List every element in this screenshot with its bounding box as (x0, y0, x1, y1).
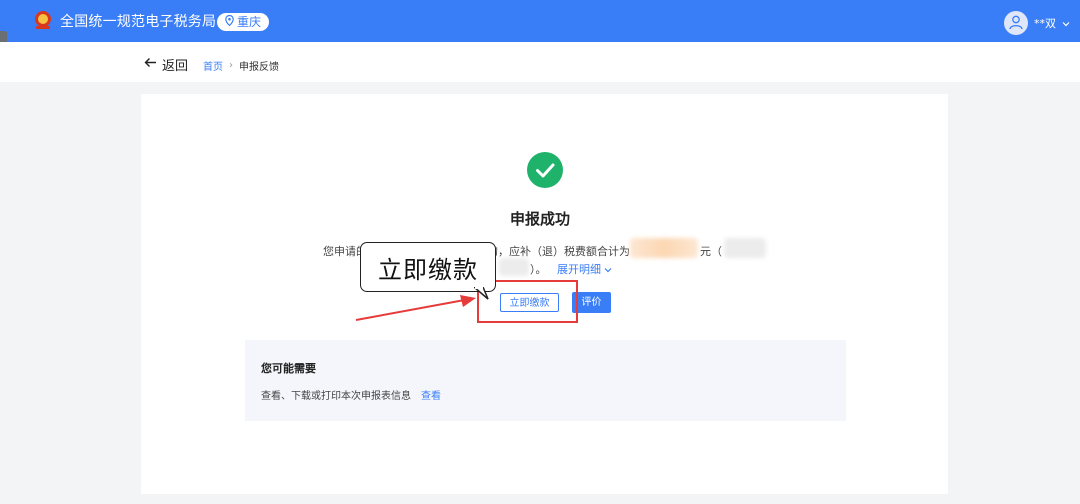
chevron-down-icon (604, 263, 612, 276)
breadcrumb-current: 申报反馈 (239, 62, 279, 73)
redacted-amount (630, 238, 698, 258)
expand-label: 展开明细 (557, 263, 601, 276)
summary-mid: 的，应补（退）税费额合计为 (487, 245, 630, 258)
avatar (1004, 11, 1028, 35)
breadcrumb-separator-icon: › (229, 60, 233, 71)
arrow-left-icon (144, 57, 157, 72)
breadcrumb: 首页 › 申报反馈 (203, 58, 279, 73)
callout-tail-icon (474, 287, 489, 300)
back-button[interactable]: 返回 (144, 55, 188, 74)
user-name: **双 (1034, 17, 1056, 30)
callout-bubble: 立即缴款 (360, 242, 496, 292)
suggestion-row: 查看、下载或打印本次申报表信息 查看 (261, 387, 441, 402)
summary-end: ）。 (530, 263, 547, 276)
back-label: 返回 (162, 59, 189, 74)
user-menu[interactable]: **双 (1004, 11, 1070, 35)
breadcrumb-home[interactable]: 首页 (203, 58, 223, 73)
chevron-down-icon (1062, 17, 1070, 30)
suggestion-title: 您可能需要 (261, 362, 316, 375)
redacted-detail-2 (499, 258, 529, 276)
suggestion-text: 查看、下载或打印本次申报表信息 (261, 391, 411, 402)
success-check-icon (527, 152, 563, 188)
region-selector[interactable]: 重庆 (217, 13, 270, 31)
region-label: 重庆 (237, 15, 262, 29)
user-icon (1008, 14, 1024, 33)
view-link[interactable]: 查看 (421, 387, 441, 402)
expand-details-link[interactable]: 展开明细 (557, 261, 612, 277)
currency-label: 元（ (700, 245, 722, 258)
result-title: 申报成功 (509, 210, 570, 228)
pay-now-button[interactable]: 立即缴款 (500, 293, 559, 312)
tax-emblem-icon (32, 9, 54, 31)
annotation-arrow-icon (355, 295, 476, 321)
suggestion-panel: 您可能需要 查看、下载或打印本次申报表信息 查看 (245, 340, 846, 421)
location-pin-icon (225, 13, 234, 31)
site-title[interactable]: 全国统一规范电子税务局 (60, 11, 216, 31)
rate-button[interactable]: 评价 (572, 292, 611, 313)
redacted-detail (724, 238, 766, 258)
top-bar: 全国统一规范电子税务局 重庆 **双 (0, 0, 1080, 42)
breadcrumb-bar: 返回 首页 › 申报反馈 (0, 42, 1080, 82)
